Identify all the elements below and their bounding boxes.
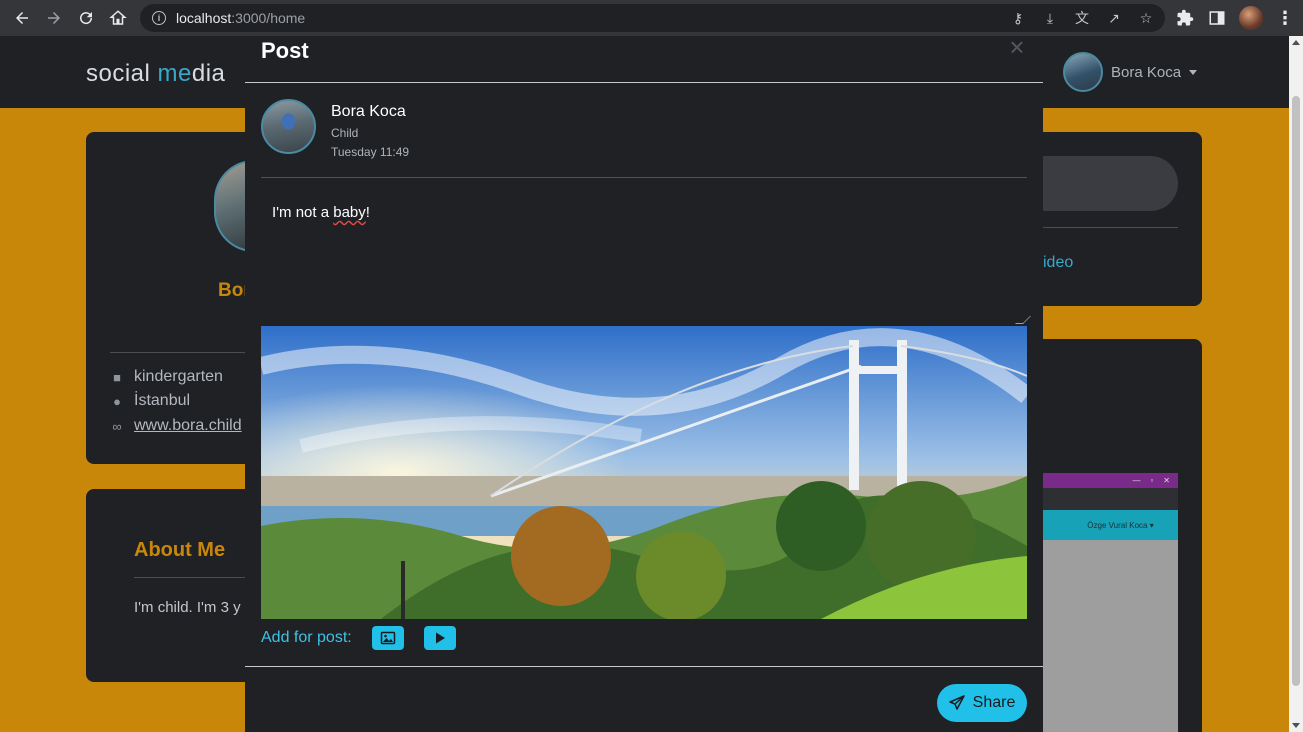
brand-accent-text: me	[157, 60, 192, 87]
home-icon[interactable]	[102, 2, 134, 34]
misspelled-word: baby	[333, 204, 366, 221]
divider	[110, 352, 254, 353]
location-pin-icon: ●	[113, 393, 121, 409]
mini-user-name: Özge Vural Koca	[1087, 520, 1148, 530]
reload-icon[interactable]	[70, 2, 102, 34]
about-card: About Me I'm child. I'm 3 y	[86, 489, 254, 682]
add-media-row: Add for post:	[261, 626, 456, 650]
extensions-icon[interactable]	[1175, 8, 1195, 28]
scroll-down-icon[interactable]	[1292, 723, 1300, 728]
star-icon[interactable]: ☆	[1137, 9, 1155, 27]
about-text: I'm child. I'm 3 y	[134, 599, 241, 616]
brand-text: social	[86, 60, 158, 87]
profile-work: ■ kindergarten	[110, 368, 223, 386]
info-icon[interactable]: i	[152, 11, 166, 25]
post-input-pill[interactable]	[1043, 156, 1178, 211]
divider	[245, 666, 1043, 667]
profile-avatar[interactable]	[1239, 6, 1263, 30]
add-for-post-label: Add for post:	[261, 629, 352, 646]
post-modal: Post × Bora Koca Child Tuesday 11:49 I'm…	[245, 34, 1043, 732]
divider	[245, 82, 1043, 83]
brand-logo[interactable]: social media	[86, 60, 225, 88]
post-text: I'm not a	[272, 204, 334, 221]
brand-text-end: dia	[191, 60, 226, 87]
video-link[interactable]: ideo	[1043, 254, 1073, 272]
mini-window-bar: — ▫ ✕	[1043, 473, 1178, 488]
profile-location: ● İstanbul	[110, 392, 190, 410]
close-icon[interactable]: ×	[1005, 34, 1029, 60]
scroll-thumb[interactable]	[1292, 96, 1300, 686]
feed-card: — ▫ ✕ Özge Vural Koca ▾	[1043, 339, 1202, 732]
link-icon: ∞	[112, 418, 122, 434]
page-scrollbar[interactable]	[1289, 36, 1303, 732]
briefcase-icon: ■	[113, 369, 121, 385]
about-title: About Me	[134, 539, 226, 561]
add-image-button[interactable]	[371, 626, 404, 650]
forward-icon[interactable]	[38, 2, 70, 34]
post-timestamp: Tuesday 11:49	[331, 145, 410, 159]
url-path: :3000/home	[231, 10, 306, 26]
website-link[interactable]: www.bora.child	[134, 417, 242, 435]
play-icon	[435, 632, 445, 644]
key-icon[interactable]: ⚷	[1009, 9, 1027, 27]
post-screenshot-image: — ▫ ✕ Özge Vural Koca ▾	[1043, 473, 1178, 732]
profile-website: ∞ www.bora.child	[110, 417, 242, 435]
divider	[134, 577, 254, 578]
author-avatar	[261, 99, 316, 154]
mini-toolbar	[1043, 488, 1178, 510]
share-icon[interactable]: ↗	[1105, 9, 1123, 27]
profile-work-text: kindergarten	[134, 368, 223, 385]
mini-navbar: Özge Vural Koca ▾	[1043, 510, 1178, 540]
browser-toolbar: i localhost:3000/home ⚷ ⤓ 文 ↗ ☆ ⋮	[0, 0, 1303, 36]
send-icon	[948, 695, 965, 710]
post-image	[261, 326, 1027, 619]
caret-down-icon	[1189, 69, 1198, 75]
post-text-end: !	[365, 204, 370, 221]
divider	[261, 177, 1027, 178]
scroll-up-icon[interactable]	[1292, 40, 1300, 45]
image-icon	[380, 631, 395, 645]
avatar	[1063, 52, 1103, 92]
create-post-card: ideo	[1043, 132, 1202, 306]
menu-icon[interactable]: ⋮	[1275, 8, 1295, 28]
user-menu[interactable]: Bora Koca	[1063, 52, 1198, 92]
profile-location-text: İstanbul	[134, 392, 191, 409]
user-name: Bora Koca	[1111, 63, 1182, 81]
divider	[1043, 227, 1178, 228]
sidepanel-icon[interactable]	[1207, 8, 1227, 28]
translate-icon[interactable]: 文	[1073, 9, 1091, 27]
address-bar[interactable]: i localhost:3000/home ⚷ ⤓ 文 ↗ ☆	[140, 4, 1165, 32]
modal-title: Post	[261, 38, 309, 63]
install-icon[interactable]: ⤓	[1041, 9, 1059, 27]
author-name: Bora Koca	[331, 103, 406, 120]
add-video-button[interactable]	[423, 626, 456, 650]
back-icon[interactable]	[6, 2, 38, 34]
url-host: localhost	[176, 10, 232, 26]
share-label: Share	[972, 694, 1016, 711]
author-role: Child	[331, 126, 359, 140]
share-button[interactable]: Share	[937, 684, 1027, 722]
post-textarea[interactable]: I'm not a baby!	[261, 196, 1027, 326]
